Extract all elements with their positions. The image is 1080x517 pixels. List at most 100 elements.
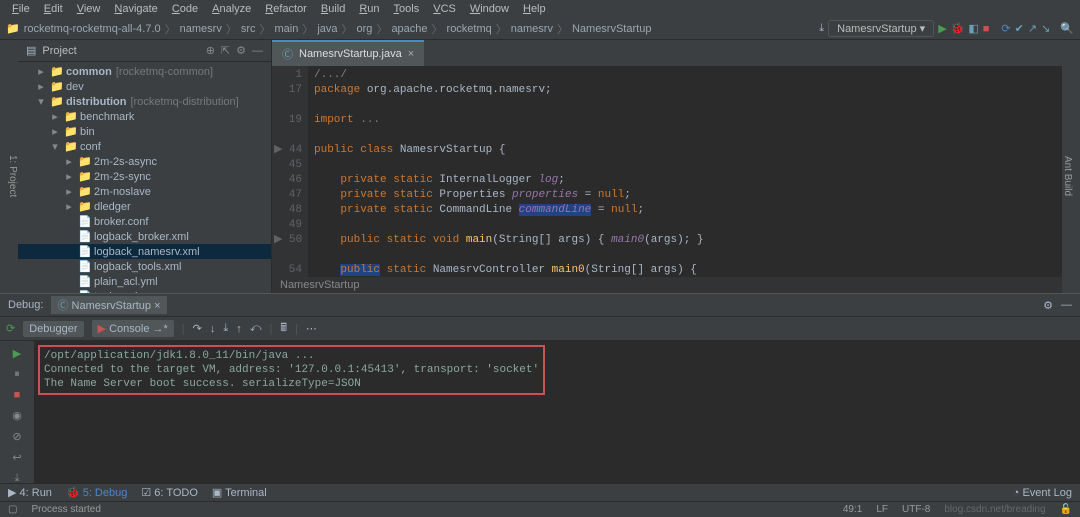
lock-icon[interactable]: 🔓 [1060,504,1072,515]
project-tree[interactable]: ▸📁common [rocketmq-common]▸📁dev▾📁distrib… [18,62,271,293]
gear-icon[interactable]: ⚙ [1043,299,1053,312]
caret-position[interactable]: 49:1 [843,504,862,515]
breadcrumbs[interactable]: 📁rocketmq-rocketmq-all-4.7.0〉namesrv〉src… [6,21,817,37]
view-breakpoints-icon[interactable]: ◉ [12,409,22,422]
tree-node[interactable]: ▾📁conf [18,139,271,154]
menu-item[interactable]: Refactor [259,1,313,17]
chevron-icon[interactable]: ▸ [64,170,74,183]
tool-window-tab[interactable]: 1: Project [7,155,18,197]
gear-icon[interactable]: ⚙ [236,44,246,57]
more-icon[interactable]: ⋯ [306,322,317,335]
menu-item[interactable]: Help [517,1,552,17]
editor-source[interactable]: /.../ package org.apache.rocketmq.namesr… [308,66,1062,277]
tree-node[interactable]: ▸📁dev [18,79,271,94]
chevron-icon[interactable]: ▸ [64,200,74,213]
rerun-button[interactable]: ⟳ [6,322,15,335]
git-push-icon[interactable]: ↗ [1028,22,1037,35]
breadcrumb-item[interactable]: NamesrvStartup [572,23,651,35]
tree-node[interactable]: 📄plain_acl.yml [18,274,271,289]
build-icon[interactable]: ⤓ [819,22,824,35]
tree-node[interactable]: ▸📁common [rocketmq-common] [18,64,271,79]
chevron-icon[interactable]: ▸ [36,80,46,93]
breadcrumb-item[interactable]: org [357,23,373,35]
breadcrumb-item[interactable]: main [275,23,299,35]
status-icon[interactable]: ▢ [8,504,17,515]
left-tool-tabs[interactable]: 1: Project2: Structure2: Favorites [0,40,18,293]
tree-node[interactable]: ▾📁distribution [rocketmq-distribution] [18,94,271,109]
tree-node[interactable]: 📄broker.conf [18,214,271,229]
pause-icon[interactable]: ⏸ [14,368,20,381]
terminal-tool-button[interactable]: ▣ Terminal [212,486,267,499]
run-button[interactable]: ▶ [938,22,946,35]
stop-icon[interactable]: ■ [14,389,21,401]
step-over-icon[interactable]: ↷ [193,322,202,335]
git-commit-icon[interactable]: ✔ [1015,22,1024,35]
mute-breakpoints-icon[interactable]: ⊘ [12,430,21,443]
tree-node[interactable]: 📄logback_tools.xml [18,259,271,274]
menu-item[interactable]: Analyze [206,1,257,17]
step-out-icon[interactable]: ↑ [236,323,242,335]
chevron-icon[interactable]: ▸ [36,65,46,78]
breadcrumb-item[interactable]: rocketmq [447,23,492,35]
chevron-icon[interactable]: ▸ [64,185,74,198]
right-tool-tabs[interactable]: Ant Buildm Maven [1062,40,1080,293]
project-title[interactable]: Project [42,45,199,57]
menu-item[interactable]: Build [315,1,351,17]
git-pull-icon[interactable]: ↘ [1041,22,1050,35]
git-update-icon[interactable]: ⟳ [1001,22,1010,35]
chevron-icon[interactable]: ▾ [50,140,60,153]
drop-frame-icon[interactable]: ⤺ [250,322,262,335]
collapse-all-icon[interactable]: ⇱ [221,44,230,57]
chevron-icon[interactable]: ▸ [50,110,60,123]
editor-breadcrumb[interactable]: NamesrvStartup [272,277,1062,293]
debug-config-tab[interactable]: Ⓒ NamesrvStartup × [51,296,166,314]
menu-item[interactable]: Code [166,1,204,17]
stop-button[interactable]: ■ [983,23,990,35]
breadcrumb-item[interactable]: namesrv [180,23,222,35]
tree-node[interactable]: 📄logback_namesrv.xml [18,244,271,259]
breadcrumb-item[interactable]: rocketmq-rocketmq-all-4.7.0 [24,23,161,35]
menu-item[interactable]: Window [464,1,515,17]
menu-item[interactable]: Edit [38,1,69,17]
todo-tool-button[interactable]: ☑ 6: TODO [141,486,198,499]
evaluate-icon[interactable]: 🖩 [280,319,287,338]
debugger-tab[interactable]: Debugger [23,321,83,337]
scroll-from-source-icon[interactable]: ⊕ [206,44,215,57]
hide-icon[interactable]: — [1061,299,1072,311]
editor-tab[interactable]: Ⓒ NamesrvStartup.java × [272,40,424,66]
force-step-into-icon[interactable]: ⤓ [223,322,228,335]
run-config-selector[interactable]: NamesrvStartup ▾ [828,20,934,37]
editor-gutter[interactable]: 1 17 19 ▶ 44 45 46 47 48 49 ▶ 50 54 56 5… [272,66,308,277]
tree-node[interactable]: ▸📁2m-noslave [18,184,271,199]
soft-wrap-icon[interactable]: ↩ [12,451,21,464]
resume-icon[interactable]: ▶ [13,347,21,360]
tree-node[interactable]: 📄logback_broker.xml [18,229,271,244]
chevron-icon[interactable]: ▸ [50,125,60,138]
menu-item[interactable]: VCS [427,1,462,17]
debug-button[interactable]: 🐞 [951,22,965,35]
breadcrumb-item[interactable]: src [241,23,256,35]
line-separator[interactable]: LF [876,504,888,515]
run-tool-button[interactable]: ▶ 4: Run [8,486,52,499]
close-tab-icon[interactable]: × [408,48,414,60]
breadcrumb-item[interactable]: java [317,23,337,35]
menu-item[interactable]: File [6,1,36,17]
breadcrumb-item[interactable]: namesrv [511,23,553,35]
encoding[interactable]: UTF-8 [902,504,930,515]
event-log-button[interactable]: ◔ Event Log [1013,487,1072,499]
step-into-icon[interactable]: ↓ [210,323,216,335]
chevron-icon[interactable]: ▸ [64,155,74,168]
console-tab[interactable]: ▶ Console →* [92,320,174,337]
chevron-icon[interactable]: ▾ [36,95,46,108]
project-view-icon[interactable]: ▤ [26,44,36,57]
tree-node[interactable]: ▸📁2m-2s-async [18,154,271,169]
menu-item[interactable]: Run [353,1,385,17]
tree-node[interactable]: ▸📁bin [18,124,271,139]
coverage-button[interactable]: ◧ [968,22,978,35]
tool-window-tab[interactable]: Ant Build [1062,156,1073,196]
menu-item[interactable]: View [71,1,107,17]
tree-node[interactable]: ▸📁dledger [18,199,271,214]
menu-item[interactable]: Navigate [108,1,163,17]
search-icon[interactable]: 🔍 [1060,22,1074,35]
debug-tool-button[interactable]: 🐞 5: Debug [66,486,127,499]
